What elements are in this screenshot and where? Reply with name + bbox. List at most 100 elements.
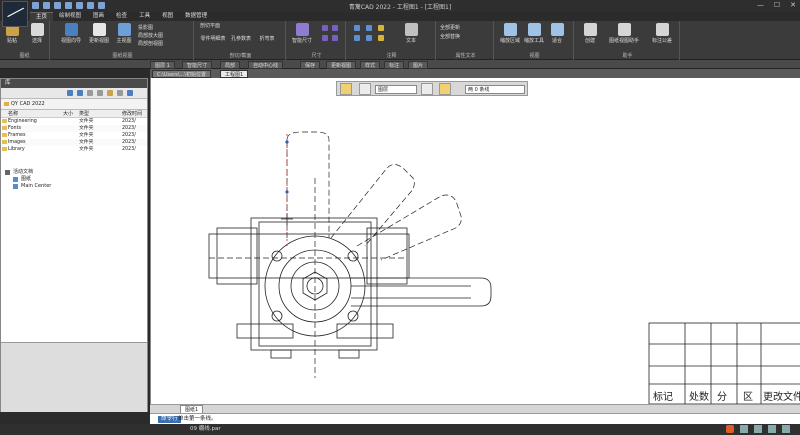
line-style-button[interactable] [359, 83, 371, 95]
print-icon[interactable] [87, 2, 94, 9]
tree-item-sheet[interactable]: 图纸 [13, 176, 51, 183]
update-view-button[interactable]: 更新视图 [86, 23, 112, 44]
tab-draw-view[interactable]: 绘制视图 [53, 12, 87, 21]
weld-icon[interactable] [378, 25, 384, 31]
projection-label: 投影图 [138, 25, 154, 31]
tab-data-management[interactable]: 数据管理 [179, 12, 213, 21]
list-item[interactable]: Library 文件夹 2023/ [1, 146, 147, 153]
view-wizard-button[interactable]: 视图向导 [58, 23, 84, 44]
line-color-swatch[interactable] [340, 83, 352, 95]
doc-tab-centerline[interactable]: 自动中心线 [248, 61, 284, 69]
list-item[interactable]: Fonts 文件夹 2023/ [1, 125, 147, 132]
linetype-dropdown[interactable]: 两 0 条线 [465, 85, 525, 94]
library-path[interactable]: QY CAD 2022 [1, 99, 147, 110]
doc-tab-smart-dimension[interactable]: 智能尺寸 [182, 61, 213, 69]
broken-out-button[interactable]: 局部剖视图 [138, 40, 188, 47]
edge-condition-icon[interactable] [378, 35, 384, 41]
handle-point[interactable] [285, 190, 289, 194]
col-type[interactable]: 类型 [79, 110, 122, 117]
callout-icon[interactable] [354, 25, 360, 31]
line-end-button[interactable] [439, 83, 451, 95]
hole-table-button[interactable]: 孔参数表 [228, 35, 254, 42]
tab-tools[interactable]: 工具 [133, 12, 156, 21]
search-icon[interactable] [127, 90, 133, 96]
cutting-plane-button[interactable]: 剖切平面 [200, 22, 240, 29]
select-button[interactable]: 选择 [28, 23, 46, 44]
views-icon[interactable] [117, 90, 123, 96]
create-button[interactable]: 创建 [578, 23, 602, 44]
layer-dropdown[interactable]: 图层 [375, 85, 417, 94]
tab-home[interactable]: 主页 [30, 12, 54, 21]
new-icon[interactable] [32, 2, 39, 9]
replace-all-button[interactable]: 全部替换 [440, 33, 490, 40]
file-tab-start[interactable]: C:\Users\...\初始位置 [152, 70, 211, 78]
surface-texture-icon[interactable] [354, 35, 360, 41]
customize-icon[interactable] [98, 2, 105, 9]
tab-drawing[interactable]: 图画 [87, 12, 110, 21]
doc-tab-style[interactable]: 样式 [360, 61, 381, 69]
item-name: Engineering [8, 119, 37, 124]
view-assistant-button[interactable]: 图纸视图助手 [604, 23, 644, 44]
col-date[interactable]: 修改时间 [122, 110, 147, 117]
detail-view-button[interactable]: 局部放大图 [138, 32, 188, 39]
folder-icon [4, 102, 9, 106]
list-item[interactable]: Frames 文件夹 2023/ [1, 132, 147, 139]
list-item[interactable]: Engineering 文件夹 2023/ [1, 118, 147, 125]
doc-tab-save[interactable]: 保存 [300, 61, 321, 69]
library-list: Engineering 文件夹 2023/ Fonts 文件夹 2023/ Frames… [1, 118, 147, 153]
line-weight-button[interactable] [421, 83, 433, 95]
open-icon[interactable] [43, 2, 50, 9]
tolerance-button[interactable]: 标注公差 [646, 23, 678, 44]
datum-icon[interactable] [366, 35, 372, 41]
minimize-icon[interactable]: — [757, 1, 764, 9]
ribbon: 贴粘 选择 图纸 视图向导 更新视图 主视图 投影图 局部放大图 局部剖视图 图… [0, 21, 800, 60]
doc-tab-local[interactable]: 局部 [220, 61, 241, 69]
up-folder-icon[interactable] [87, 90, 93, 96]
refresh-icon[interactable] [97, 90, 103, 96]
col-size[interactable]: 大小 [63, 110, 79, 117]
tree-item-active-doc[interactable]: 活动文档 [5, 169, 51, 176]
save-icon[interactable] [54, 2, 61, 9]
tab-view[interactable]: 视图 [156, 12, 179, 21]
dimension-tool-icon[interactable] [322, 25, 328, 31]
smart-dimension-button[interactable]: 智能尺寸 [290, 23, 314, 44]
list-item[interactable]: Images 文件夹 2023/ [1, 139, 147, 146]
new-folder-icon[interactable] [107, 90, 113, 96]
coordinate-dimension-icon[interactable] [332, 35, 338, 41]
text-button[interactable]: 文本 [396, 23, 426, 44]
undo-icon[interactable] [65, 2, 72, 9]
doc-tab-layer[interactable]: 图层 1 [150, 61, 175, 69]
zoom-icon[interactable] [740, 425, 748, 433]
tree-item-main-center[interactable]: Main Center [13, 183, 51, 190]
balloon-icon[interactable] [366, 25, 372, 31]
angle-dimension-icon[interactable] [332, 25, 338, 31]
back-icon[interactable] [67, 90, 73, 96]
tab-inspect[interactable]: 检查 [110, 12, 133, 21]
doc-tab-image[interactable]: 图片 [408, 61, 429, 69]
redo-icon[interactable] [76, 2, 83, 9]
fit-button[interactable]: 适合 [546, 23, 568, 44]
settings-icon[interactable] [782, 425, 790, 433]
app-menu-button[interactable]: ╱ [2, 1, 28, 27]
bend-table-button[interactable]: 折弯表 [254, 35, 280, 42]
doc-tab-update-view[interactable]: 更新视图 [326, 61, 357, 69]
close-icon[interactable]: ✕ [790, 1, 796, 9]
doc-tab-annotate[interactable]: 标注 [384, 61, 405, 69]
zoom-tool-button[interactable]: 缩放工具 [522, 23, 546, 44]
update-all-button[interactable]: 全部更新 [440, 24, 490, 31]
projection-button[interactable]: 投影图 [138, 24, 188, 31]
radial-dimension-icon[interactable] [322, 35, 328, 41]
input-method-icon[interactable] [726, 425, 734, 433]
file-tab-drawing[interactable]: 工程图1 [220, 70, 249, 78]
forward-icon[interactable] [77, 90, 83, 96]
col-name[interactable]: 名称 [1, 110, 63, 117]
tree-label: 活动文档 [13, 169, 34, 175]
grid-icon[interactable] [754, 425, 762, 433]
drawing-canvas[interactable]: 标记 处数 分 区 更改文件 [150, 78, 800, 405]
handle-point[interactable] [285, 140, 289, 144]
snap-icon[interactable] [768, 425, 776, 433]
parts-list-button[interactable]: 零件明细表 [198, 35, 228, 42]
maximize-icon[interactable]: ☐ [774, 1, 780, 9]
principal-view-button[interactable]: 主视图 [114, 23, 134, 44]
zoom-area-button[interactable]: 缩放区域 [498, 23, 522, 44]
